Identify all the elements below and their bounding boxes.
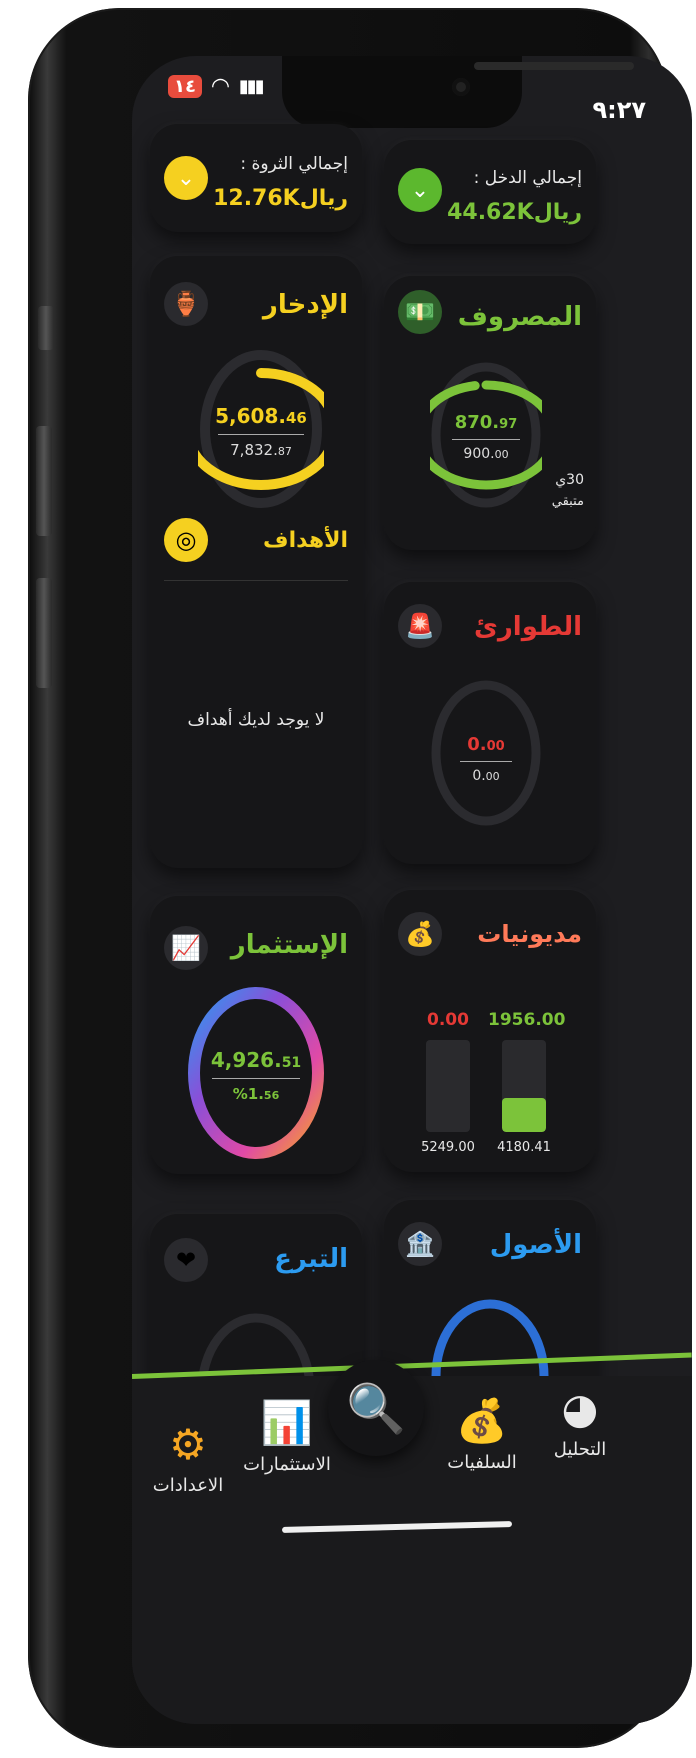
debt-bar-bottom-value: 4180.41: [497, 1140, 551, 1155]
camera: [452, 78, 470, 96]
bottom-nav: ⚙ الاعدادات 📊 الاستثمارات 🔍 💰 السلفيات ◕…: [132, 1352, 692, 1724]
expenses-card[interactable]: 💵 المصروف 870.97 900.00 30ي متبقي: [384, 276, 596, 550]
goals-divider: [164, 580, 348, 581]
nav-investments[interactable]: 📊 الاستثمارات: [232, 1398, 342, 1475]
magnifier-coin-icon: 🔍: [346, 1380, 406, 1437]
speaker: [474, 62, 634, 70]
days-left-value: 30ي: [555, 472, 584, 488]
debt-bar: [426, 1040, 470, 1132]
app-screen: ١٤ ◠ ▮▮▮ ٩:٢٧ ⌄ إجمالي الثروة : ريال12.7…: [132, 56, 692, 1724]
volume-up-button: [36, 426, 52, 536]
debt-bar-top-value: 0.00: [427, 1010, 469, 1030]
home-indicator: [281, 1520, 513, 1534]
target-icon: ◎: [164, 518, 208, 562]
assets-card[interactable]: 🏦 الأصول: [384, 1200, 596, 1416]
battery-icon: ١٤: [168, 75, 202, 98]
volume-down-button: [36, 578, 52, 688]
chevron-down-icon[interactable]: ⌄: [164, 156, 208, 200]
investment-card[interactable]: 📈 الإستثمار 4,926.51 %1.56: [150, 896, 362, 1174]
status-time: ٩:٢٧: [592, 96, 646, 124]
emergency-values: 0.00 0.00: [430, 734, 542, 784]
notch: [282, 56, 634, 128]
debt-bar-top-value: 1956.00: [488, 1010, 566, 1030]
mute-switch: [38, 306, 54, 350]
total-income-card[interactable]: ⌄ إجمالي الدخل : ريال44.62K: [384, 140, 596, 244]
money-bag-hand-icon: 💰: [398, 912, 442, 956]
expenses-values: 870.97 900.00: [430, 412, 542, 462]
search-money-button[interactable]: 🔍: [328, 1360, 424, 1456]
emergency-title: الطوارئ: [473, 612, 582, 642]
wifi-icon: ◠: [211, 74, 229, 99]
savings-values: 5,608.46 7,832.87: [215, 404, 307, 459]
nav-settings[interactable]: ⚙ الاعدادات: [138, 1420, 238, 1496]
debt-bar-fill: [502, 1097, 546, 1132]
investment-title: الإستثمار: [230, 930, 348, 960]
heart-hand-icon: ❤: [164, 1238, 208, 1282]
total-income-value: ريال44.62K: [447, 200, 582, 225]
assets-title: الأصول: [489, 1230, 582, 1260]
debts-title: مديونيات: [477, 920, 582, 948]
chevron-down-icon[interactable]: ⌄: [398, 168, 442, 212]
expenses-title: المصروف: [457, 302, 582, 332]
money-jar-icon: 🏺: [164, 282, 208, 326]
nav-investments-label: الاستثمارات: [243, 1454, 331, 1475]
total-wealth-card[interactable]: ⌄ إجمالي الثروة : ريال12.76K: [150, 124, 362, 232]
nav-analysis-label: التحليل: [553, 1439, 607, 1460]
nav-advances-label: السلفيات: [447, 1452, 517, 1473]
money-bag-icon: 💰: [455, 1396, 509, 1445]
gear-icon: ⚙: [169, 1420, 207, 1469]
debts-card[interactable]: 💰 مديونيات 1956.00 4180.41 0.00 5249.00: [384, 890, 596, 1172]
signal-icon: ▮▮▮: [238, 76, 265, 97]
siren-icon: 🚨: [398, 604, 442, 648]
savings-card[interactable]: 🏺 الإدخار 5,608.46 7,832.87 ◎ الأهداف لا…: [150, 256, 362, 868]
debt-bar-bottom-value: 5249.00: [421, 1140, 475, 1155]
days-left-label: متبقي: [551, 494, 584, 509]
nav-analysis[interactable]: ◕ التحليل: [530, 1384, 630, 1460]
emergency-card[interactable]: 🚨 الطوارئ 0.00 0.00: [384, 582, 596, 864]
cash-icon: 💵: [398, 290, 442, 334]
asset-building-icon: 🏦: [398, 1222, 442, 1266]
total-wealth-value: ريال12.76K: [213, 186, 348, 211]
debt-bar: [502, 1040, 546, 1132]
bar-chart-icon: 📊: [260, 1398, 314, 1447]
investment-values: 4,926.51 %1.56: [210, 1048, 302, 1103]
pie-chart-icon: ◕: [561, 1384, 599, 1433]
total-wealth-label: إجمالي الثروة :: [240, 154, 348, 174]
nav-settings-label: الاعدادات: [152, 1475, 224, 1496]
savings-title: الإدخار: [262, 290, 348, 320]
donation-title: التبرع: [274, 1244, 348, 1274]
growth-chart-icon: 📈: [164, 926, 208, 970]
status-bar-left: ١٤ ◠ ▮▮▮: [168, 74, 265, 99]
goals-empty-text: لا يوجد لديك أهداف: [187, 710, 325, 730]
phone-frame: ١٤ ◠ ▮▮▮ ٩:٢٧ ⌄ إجمالي الثروة : ريال12.7…: [28, 8, 692, 1748]
total-income-label: إجمالي الدخل :: [473, 168, 582, 188]
goals-title: الأهداف: [263, 528, 348, 553]
nav-advances[interactable]: 💰 السلفيات: [432, 1396, 532, 1473]
